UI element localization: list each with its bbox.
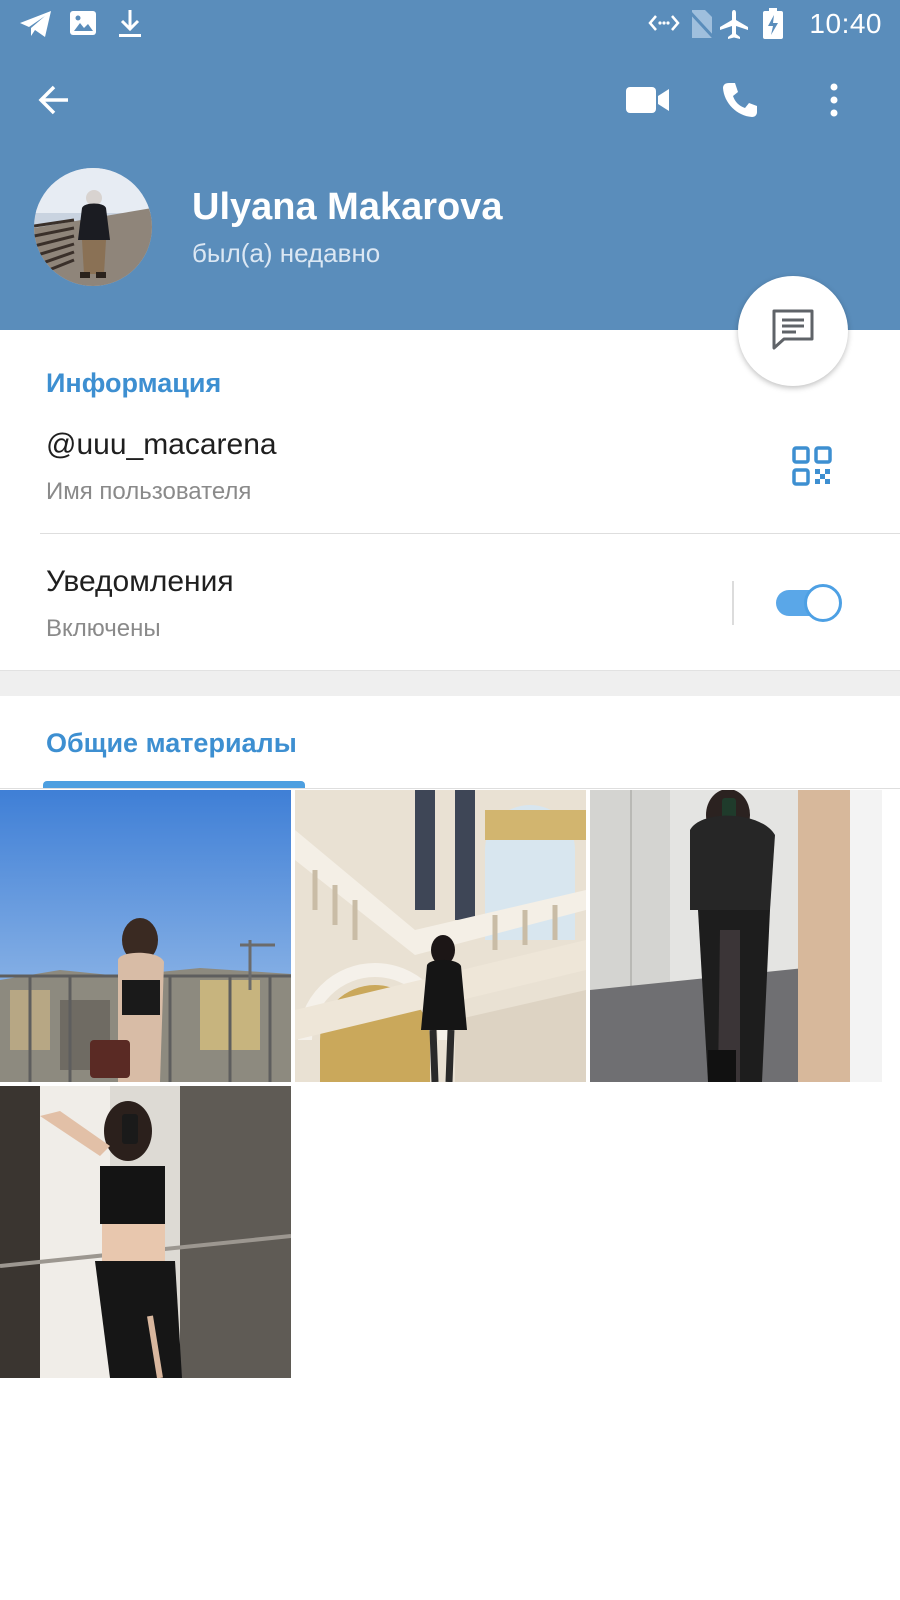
section-separator xyxy=(0,670,900,696)
telegram-icon xyxy=(18,8,54,45)
media-photo-4[interactable] xyxy=(0,1086,291,1378)
qr-code-icon xyxy=(792,446,832,490)
image-icon xyxy=(68,8,98,43)
status-bar: 10:40 xyxy=(0,0,900,48)
media-photo-1[interactable] xyxy=(0,790,291,1082)
video-call-icon xyxy=(625,85,671,120)
more-vert-icon xyxy=(828,82,840,123)
avatar[interactable] xyxy=(34,168,152,286)
battery-charging-icon xyxy=(762,8,784,45)
notifications-divider xyxy=(732,581,734,625)
no-sim-icon xyxy=(687,8,715,45)
profile-name: Ulyana Makarova xyxy=(192,186,503,228)
chat-message-icon xyxy=(770,307,816,356)
shared-media-tab[interactable]: Общие материалы xyxy=(46,728,297,759)
back-arrow-icon xyxy=(36,82,72,123)
tab-underline xyxy=(0,788,900,789)
username-value[interactable]: @uuu_macarena xyxy=(46,428,277,462)
data-saver-icon xyxy=(648,8,680,43)
message-button[interactable] xyxy=(738,276,848,386)
notifications-value: Включены xyxy=(46,615,161,642)
status-time: 10:40 xyxy=(809,8,882,39)
video-call-button[interactable] xyxy=(624,78,672,126)
toggle-thumb xyxy=(804,584,842,622)
notifications-toggle[interactable] xyxy=(774,584,842,622)
media-photo-2[interactable] xyxy=(295,790,586,1082)
info-divider xyxy=(40,533,900,534)
more-options-button[interactable] xyxy=(810,78,858,126)
profile-header: 10:40 Ulyana Makarova был(а) недавно xyxy=(0,0,900,330)
airplane-icon xyxy=(718,8,750,45)
back-button[interactable] xyxy=(30,78,78,126)
download-icon xyxy=(116,8,144,45)
phone-icon xyxy=(720,80,760,125)
qr-code-button[interactable] xyxy=(792,446,832,491)
info-section-title: Информация xyxy=(46,368,222,398)
notifications-label: Уведомления xyxy=(46,565,234,598)
last-seen-status: был(а) недавно xyxy=(192,238,381,268)
media-photo-3[interactable] xyxy=(590,790,882,1082)
phone-call-button[interactable] xyxy=(716,78,764,126)
username-caption: Имя пользователя xyxy=(46,478,252,505)
